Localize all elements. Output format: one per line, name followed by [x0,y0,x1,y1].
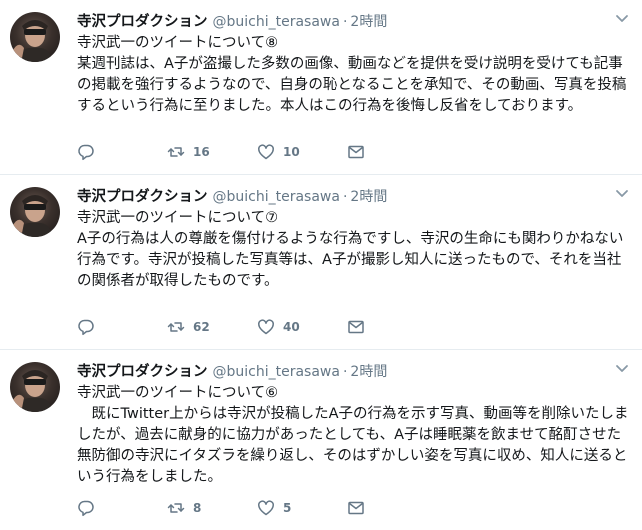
timestamp[interactable]: 2時間 [350,186,387,206]
retweet-icon [167,147,185,157]
reply-button[interactable] [77,143,167,161]
author-name[interactable]: 寺沢プロダクション [77,360,208,381]
retweet-icon [167,322,185,332]
tweet-text: 寺沢武一のツイートについて⑦ A子の行為は人の尊厳を傷付けるような行為ですし、寺… [77,208,630,292]
tweet[interactable]: 寺沢プロダクション @buichi_terasawa · 2時間 寺沢武一のツイ… [0,0,642,175]
retweet-button[interactable]: 62 [167,318,257,336]
separator: · [342,189,348,205]
tweet-feed: 寺沢プロダクション @buichi_terasawa · 2時間 寺沢武一のツイ… [0,0,642,530]
message-button[interactable] [347,499,437,517]
message-button[interactable] [347,143,437,161]
envelope-icon [348,501,364,515]
tweet-text-line: 某週刊誌は、A子が盗撮した多数の画像、動画などを提供を受け説明を受けても記事の掲… [77,56,627,114]
reply-button[interactable] [77,499,167,517]
like-button[interactable]: 5 [257,499,347,517]
tweet-text-line: 寺沢武一のツイートについて⑥ [77,385,279,401]
heart-icon [258,319,274,335]
like-count: 10 [283,145,300,159]
message-button[interactable] [347,318,437,336]
like-button[interactable]: 10 [257,143,347,161]
heart-icon [258,144,274,160]
tweet[interactable]: 寺沢プロダクション @buichi_terasawa · 2時間 寺沢武一のツイ… [0,350,642,530]
retweet-icon [167,503,185,513]
author-name[interactable]: 寺沢プロダクション [77,185,208,206]
like-count: 40 [283,320,300,334]
separator: · [342,14,348,30]
chevron-down-icon[interactable] [614,12,630,26]
tweet-text: 寺沢武一のツイートについて⑥ 既にTwitter上からは寺沢が投稿したA子の行為… [77,383,630,488]
timestamp[interactable]: 2時間 [350,11,387,31]
tweet-text-line: A子の行為は人の尊厳を傷付けるような行為ですし、寺沢の生命にも関わりかねない行為… [77,231,624,289]
tweet[interactable]: 寺沢プロダクション @buichi_terasawa · 2時間 寺沢武一のツイ… [0,175,642,350]
chevron-down-icon[interactable] [614,187,630,201]
tweet-text-line: 寺沢武一のツイートについて⑦ [77,210,279,226]
reply-icon [78,319,94,336]
tweet-header: 寺沢プロダクション @buichi_terasawa · 2時間 [77,185,630,205]
avatar[interactable] [10,187,60,237]
chevron-down-icon[interactable] [614,362,630,376]
author-handle[interactable]: @buichi_terasawa [213,189,340,205]
reply-icon [78,144,94,161]
tweet-text-line: 寺沢武一のツイートについて⑧ [77,35,279,51]
tweet-actions: 62 40 [77,317,437,337]
tweet-actions: 8 5 [77,498,437,518]
tweet-text-line: 既にTwitter上からは寺沢が投稿したA子の行為を示す写真、動画等を削除いたし… [77,406,629,485]
separator: · [342,364,348,380]
author-handle[interactable]: @buichi_terasawa [213,14,340,30]
avatar[interactable] [10,12,60,62]
retweet-count: 8 [193,501,202,515]
tweet-text: 寺沢武一のツイートについて⑧ 某週刊誌は、A子が盗撮した多数の画像、動画などを提… [77,33,630,117]
envelope-icon [348,145,364,159]
tweet-header: 寺沢プロダクション @buichi_terasawa · 2時間 [77,360,630,380]
tweet-header: 寺沢プロダクション @buichi_terasawa · 2時間 [77,10,630,30]
avatar[interactable] [10,362,60,412]
author-name[interactable]: 寺沢プロダクション [77,10,208,31]
author-handle[interactable]: @buichi_terasawa [213,364,340,380]
heart-icon [258,500,274,516]
reply-button[interactable] [77,318,167,336]
timestamp[interactable]: 2時間 [350,361,387,381]
tweet-actions: 16 10 [77,142,437,162]
retweet-button[interactable]: 8 [167,499,257,517]
retweet-count: 16 [193,145,210,159]
retweet-button[interactable]: 16 [167,143,257,161]
envelope-icon [348,320,364,334]
reply-icon [78,500,94,517]
like-button[interactable]: 40 [257,318,347,336]
like-count: 5 [283,501,292,515]
retweet-count: 62 [193,320,210,334]
